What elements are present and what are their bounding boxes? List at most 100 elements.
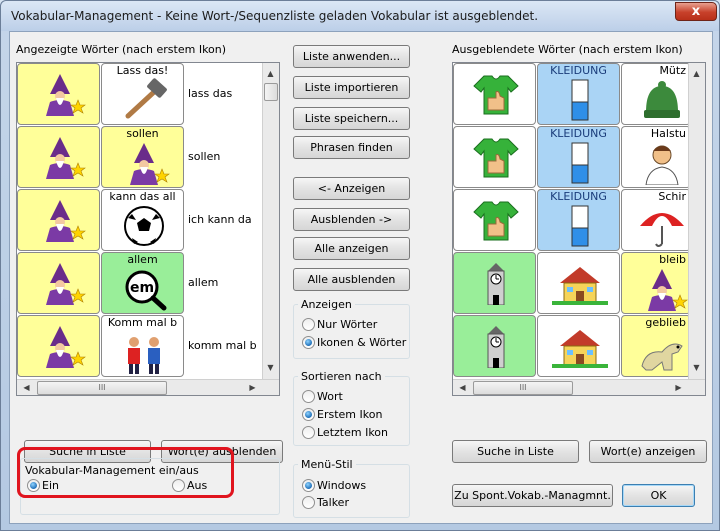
hidden-second-icon-cell[interactable] [537,315,620,377]
first-icon-cell[interactable] [17,252,100,314]
wizard-icon [110,141,177,187]
wizard-icon [26,261,93,307]
scroll-left-arrow-icon[interactable]: ◀ [455,383,470,392]
scroll-down-arrow-icon[interactable]: ▼ [263,363,278,372]
clock-tower-icon [462,261,529,307]
second-icon-cell[interactable]: kann das all [101,189,184,251]
left-vscroll-thumb[interactable] [264,83,278,101]
right-vertical-scrollbar[interactable]: ▲ ▼ [688,63,705,379]
hide-all-button[interactable]: Alle ausblenden [293,268,410,291]
hidden-first-icon-cell[interactable] [453,63,536,125]
hidden-words-label: Ausgeblendete Wörter (nach erstem Ikon) [452,43,683,56]
cell-caption: Halstu [650,127,686,140]
shirt-thumbsup-icon [462,198,529,244]
cell-caption: allem [127,253,158,266]
scroll-left-arrow-icon[interactable]: ◀ [19,383,34,392]
right-horizontal-scrollbar[interactable]: ◀ III ▶ [453,379,705,395]
radio-menu-talker[interactable]: Talker [302,496,349,509]
apply-list-button[interactable]: Liste anwenden... [293,45,410,68]
bar-icon [546,78,613,124]
sort-options-group: Sortieren nach Wort Erstem Ikon Letztem … [293,370,410,446]
scroll-up-arrow-icon[interactable]: ▲ [263,69,278,78]
cell-caption: sollen [126,127,159,140]
ok-button[interactable]: OK [622,484,695,507]
save-list-button[interactable]: Liste speichern... [293,107,410,130]
radio-sort-first-icon[interactable]: Erstem Ikon [302,408,382,421]
hidden-third-icon-cell[interactable]: Halstu [621,126,691,188]
find-phrases-button[interactable]: Phrasen finden [293,136,410,159]
cell-caption: Komm mal b [107,316,178,329]
first-icon-cell[interactable] [17,315,100,377]
import-list-button[interactable]: Liste importieren [293,76,410,99]
cell-caption: Schir [658,190,686,203]
word-text: ich kann da [188,213,252,226]
hidden-third-icon-cell[interactable]: bleib [621,252,691,314]
displayed-words-label: Angezeigte Wörter (nach erstem Ikon) [16,43,227,56]
second-icon-cell[interactable]: Komm mal b [101,315,184,377]
show-button[interactable]: <- Anzeigen [293,177,410,200]
cell-caption: KLEIDUNG [550,127,607,140]
second-icon-cell[interactable]: allem em [101,252,184,314]
wizard-icon [26,72,93,118]
man-icon [632,141,690,187]
svg-text:em: em [129,280,153,296]
hidden-third-icon-cell[interactable]: Schir [621,189,691,251]
scroll-up-arrow-icon[interactable]: ▲ [689,69,704,78]
scroll-right-arrow-icon[interactable]: ▶ [245,383,260,392]
wizard-icon [26,135,93,181]
hidden-first-icon-cell[interactable] [453,126,536,188]
hidden-third-icon-cell[interactable]: geblieb [621,315,691,377]
second-icon-cell[interactable]: Lass das! [101,63,184,125]
right-hscroll-thumb[interactable]: III [473,381,573,395]
word-text: komm mal b [188,339,257,352]
radio-words-only[interactable]: Nur Wörter [302,318,377,331]
hammer-icon [110,78,177,124]
left-horizontal-scrollbar[interactable]: ◀ III ▶ [17,379,279,395]
hidden-first-icon-cell[interactable] [453,189,536,251]
scroll-down-arrow-icon[interactable]: ▼ [689,363,704,372]
clock-tower-icon [462,324,529,370]
spont-vocab-button[interactable]: Zu Spont.Vokab.-Managmnt. [452,484,613,507]
first-icon-cell[interactable] [17,189,100,251]
hidden-second-icon-cell[interactable]: KLEIDUNG [537,63,620,125]
second-icon-cell[interactable]: sollen [101,126,184,188]
title-bar[interactable]: Vokabular-Management - Keine Wort-/Seque… [1,1,719,31]
show-all-button[interactable]: Alle anzeigen [293,237,410,260]
display-options-title: Anzeigen [298,298,355,311]
menu-style-title: Menü-Stil [298,458,356,471]
radio-sort-word[interactable]: Wort [302,390,343,403]
wizard-icon [632,267,690,313]
first-icon-cell[interactable] [17,126,100,188]
shirt-thumbsup-icon [462,72,529,118]
house-icon [546,324,613,370]
umbrella-icon [632,204,690,250]
hidden-third-icon-cell[interactable]: Mütz [621,63,691,125]
cell-caption: geblieb [645,316,686,329]
hidden-first-icon-cell[interactable] [453,315,536,377]
search-right-button[interactable]: Suche in Liste [452,440,579,463]
shirt-thumbsup-icon [462,135,529,181]
displayed-words-list[interactable]: Lass das! lass das sollen sollen kann das al… [16,62,280,396]
word-text: sollen [188,150,221,163]
scroll-right-arrow-icon[interactable]: ▶ [671,383,686,392]
football-icon [110,204,177,250]
window-title: Vokabular-Management - Keine Wort-/Seque… [11,9,539,23]
radio-menu-windows[interactable]: Windows [302,479,366,492]
show-words-button[interactable]: Wort(e) anzeigen [589,440,707,463]
people-icon [110,330,177,376]
hidden-second-icon-cell[interactable] [537,252,620,314]
hidden-second-icon-cell[interactable]: KLEIDUNG [537,126,620,188]
dino-icon [632,330,690,376]
hidden-words-list[interactable]: KLEIDUNG Mütz KLEIDUNG Halstu KLEIDUNG Schir b… [452,62,706,396]
hidden-second-icon-cell[interactable]: KLEIDUNG [537,189,620,251]
cell-caption: kann das all [109,190,176,203]
hide-button[interactable]: Ausblenden -> [293,208,410,231]
left-vertical-scrollbar[interactable]: ▲ ▼ [262,63,279,379]
hidden-first-icon-cell[interactable] [453,252,536,314]
radio-sort-last-icon[interactable]: Letztem Ikon [302,426,388,439]
radio-icons-and-words[interactable]: Ikonen & Wörter [302,336,406,349]
dialog-window: Vokabular-Management - Keine Wort-/Seque… [0,0,720,531]
first-icon-cell[interactable] [17,63,100,125]
left-hscroll-thumb[interactable]: III [37,381,167,395]
close-button[interactable]: x [675,2,717,21]
